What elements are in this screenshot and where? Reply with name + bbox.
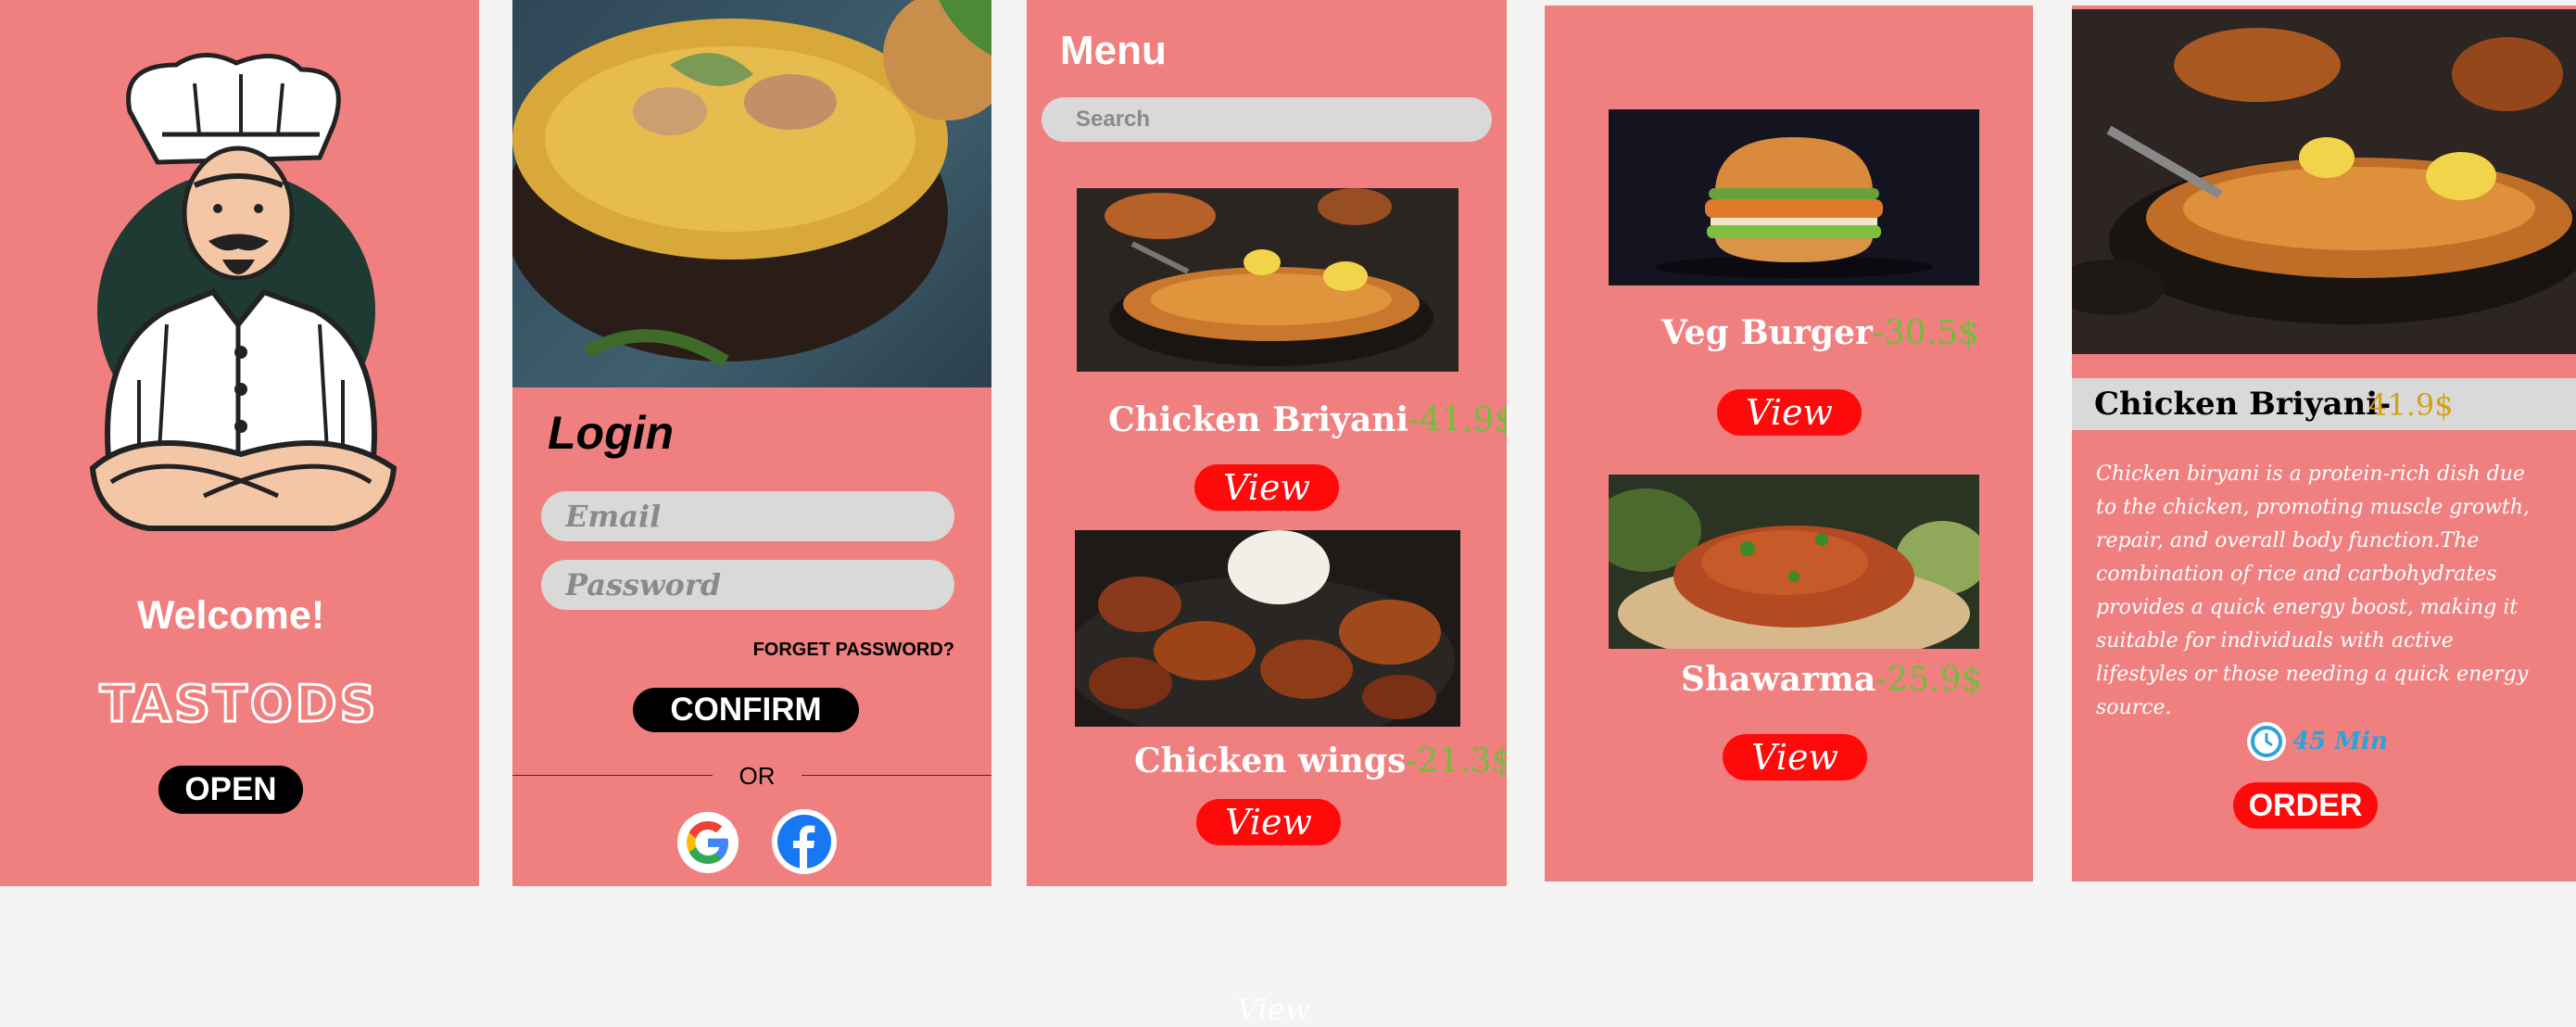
facebook-icon <box>777 815 831 869</box>
shawarma-image <box>1609 475 1979 649</box>
veg-burger-image <box>1609 109 1979 285</box>
menu-item-label: Veg Burger <box>1661 313 1873 352</box>
menu-item-name: Chicken wings-21.3$ <box>1134 742 1507 780</box>
or-divider-label: OR <box>739 762 776 790</box>
prep-time-label: 45 Min <box>2292 728 2388 755</box>
login-title: Login <box>548 407 675 459</box>
menu-item-name: Chicken Briyani-41.9$ <box>1108 400 1507 439</box>
menu-item-label: Chicken Briyani <box>1108 400 1409 439</box>
dish-name: Chicken Briyani- <box>2094 386 2392 423</box>
chef-illustration <box>89 53 398 531</box>
login-screen: Login FORGET PASSWORD? CONFIRM OR <box>512 0 991 886</box>
menu-item-name: Shawarma-25.9$ <box>1681 660 1982 699</box>
email-field[interactable] <box>541 491 954 541</box>
menu-item-label: Shawarma <box>1681 660 1876 699</box>
view-button[interactable]: View <box>1723 734 1867 780</box>
prep-time: 45 Min <box>2246 721 2388 762</box>
brand-logo-text: TASTODS <box>98 674 379 735</box>
google-icon <box>687 821 728 864</box>
facebook-login-button[interactable] <box>772 809 837 874</box>
menu-screen: Menu Search Chicken Briyani-41.9$ View C… <box>1027 0 1507 886</box>
dish-description: Chicken biryani is a protein-rich dish d… <box>2096 463 2530 719</box>
dish-price: 41.9$ <box>2368 387 2454 423</box>
menu-item-price: -21.3$ <box>1406 742 1507 780</box>
menu-item-price: -41.9$ <box>1408 401 1507 439</box>
order-button[interactable]: ORDER <box>2233 782 2378 829</box>
menu-item-name: Veg Burger-30.5$ <box>1661 313 1979 352</box>
dish-title-bar: Chicken Briyani- 41.9$ <box>2072 378 2576 430</box>
chicken-briyani-image <box>1077 188 1458 372</box>
dish-detail-image <box>2072 9 2576 354</box>
clock-icon <box>2247 722 2286 761</box>
search-input-placeholder: Search <box>1076 107 1151 132</box>
search-bar[interactable]: Search <box>1042 97 1492 142</box>
view-button[interactable]: View <box>1194 464 1339 511</box>
splash-screen: Welcome! TASTODS OPEN <box>0 0 479 886</box>
or-divider-line-right <box>802 775 991 776</box>
google-login-button[interactable] <box>677 812 739 873</box>
dish-detail-screen: Chicken Briyani- 41.9$ Chicken biryani i… <box>2072 6 2576 881</box>
view-button[interactable]: View <box>1717 389 1862 436</box>
menu-item-price: -25.9$ <box>1875 661 1983 699</box>
menu-title: Menu <box>1060 28 1167 73</box>
welcome-text: Welcome! <box>136 593 325 638</box>
password-field[interactable] <box>541 560 954 610</box>
chicken-wings-image <box>1075 530 1460 727</box>
biryani-bowl-image <box>512 0 991 387</box>
forget-password-link[interactable]: FORGET PASSWORD? <box>753 640 954 661</box>
menu-item-price: -30.5$ <box>1872 314 1980 352</box>
view-button[interactable]: View <box>1196 799 1341 845</box>
or-divider-line-left <box>512 775 713 776</box>
ghost-view-label: View <box>1237 992 1311 1027</box>
confirm-button[interactable]: CONFIRM <box>633 688 859 732</box>
open-button[interactable]: OPEN <box>158 766 303 814</box>
menu-item-label: Chicken wings <box>1134 742 1407 780</box>
menu-screen-2: Veg Burger-30.5$ View Shawarma-25.9$ Vie… <box>1545 6 2033 881</box>
